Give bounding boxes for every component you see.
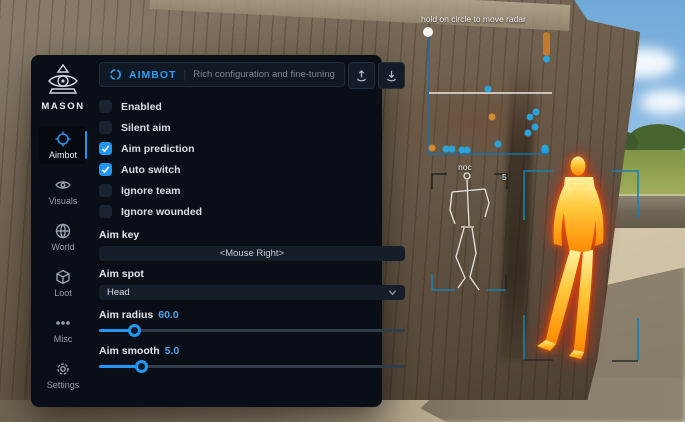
upload-config-button[interactable]	[348, 62, 375, 89]
checkbox[interactable]	[99, 184, 112, 197]
game-screen: hold on circle to move radar noc 5 MASON	[0, 0, 685, 422]
toggle-list: Enabled Silent aim Aim prediction	[99, 96, 405, 222]
title-separator: |	[183, 69, 186, 81]
module-header: AIMBOT | Rich configuration and fine-tun…	[99, 62, 405, 87]
checkbox[interactable]	[99, 121, 112, 134]
brand-name: MASON	[41, 101, 84, 112]
chevron-down-icon	[388, 288, 397, 297]
toggle-auto-switch[interactable]: Auto switch	[99, 159, 405, 180]
eye-icon	[55, 177, 71, 193]
ellipsis-icon	[55, 315, 71, 331]
crosshair-icon	[55, 131, 71, 147]
checkbox[interactable]	[99, 142, 112, 155]
slider-thumb[interactable]	[128, 324, 141, 337]
esp-player-distance: 5	[502, 172, 507, 182]
esp-player-name: noc	[458, 162, 472, 172]
toggle-label: Silent aim	[121, 122, 171, 134]
download-config-button[interactable]	[378, 62, 405, 89]
aim-smooth-value: 5.0	[165, 345, 180, 357]
upload-icon	[355, 69, 368, 82]
checkbox[interactable]	[99, 205, 112, 218]
module-title: AIMBOT	[129, 69, 176, 81]
toggle-ignore-team[interactable]: Ignore team	[99, 180, 405, 201]
aim-key-bind-button[interactable]: <Mouse Right>	[99, 246, 405, 261]
aim-smooth-slider[interactable]	[99, 360, 405, 372]
checkbox[interactable]	[99, 163, 112, 176]
sidebar-item-label: Visuals	[49, 196, 78, 206]
toggle-enabled[interactable]: Enabled	[99, 96, 405, 117]
sidebar-item-label: Aimbot	[49, 150, 77, 160]
aim-radius-label: Aim radius	[99, 309, 153, 321]
toggle-silent-aim[interactable]: Silent aim	[99, 117, 405, 138]
sidebar-item-aimbot[interactable]: Aimbot	[38, 126, 88, 164]
aim-radius-label-row: Aim radius 60.0	[99, 309, 405, 321]
check-icon	[101, 144, 110, 153]
aim-spot-value: Head	[107, 287, 130, 298]
aim-smooth-label-row: Aim smooth 5.0	[99, 345, 405, 357]
aim-spot-label: Aim spot	[99, 268, 405, 280]
gear-icon	[55, 361, 71, 377]
selected-indicator	[85, 131, 88, 158]
toggle-label: Ignore wounded	[121, 206, 202, 218]
module-title-bar: AIMBOT | Rich configuration and fine-tun…	[99, 62, 345, 87]
slider-track[interactable]	[99, 329, 405, 332]
mason-eye-icon	[45, 63, 81, 97]
sidebar-item-settings[interactable]: Settings	[38, 356, 88, 394]
reticle-icon	[109, 68, 122, 81]
sidebar-nav: Aimbot Visuals World	[31, 126, 95, 394]
toggle-label: Enabled	[121, 101, 162, 113]
cheat-menu-panel: MASON Aimbot Visuals	[31, 55, 382, 407]
sidebar-item-label: World	[51, 242, 74, 252]
sidebar-item-misc[interactable]: Misc	[38, 310, 88, 348]
checkbox[interactable]	[99, 100, 112, 113]
aim-key-label: Aim key	[99, 229, 405, 241]
package-icon	[55, 269, 71, 285]
aim-spot-select[interactable]: Head	[99, 285, 405, 300]
aim-radius-value: 60.0	[158, 309, 178, 321]
module-subtitle: Rich configuration and fine-tuning	[193, 69, 335, 80]
panel-content: AIMBOT | Rich configuration and fine-tun…	[95, 55, 412, 407]
sidebar-item-label: Misc	[54, 334, 73, 344]
sidebar-item-label: Loot	[54, 288, 72, 298]
toggle-label: Auto switch	[121, 164, 181, 176]
slider-thumb[interactable]	[135, 360, 148, 373]
aim-radius-slider[interactable]	[99, 324, 405, 336]
globe-icon	[55, 223, 71, 239]
radar-hint-label: hold on circle to move radar	[421, 14, 526, 24]
check-icon	[101, 165, 110, 174]
toggle-ignore-wounded[interactable]: Ignore wounded	[99, 201, 405, 222]
sidebar: MASON Aimbot Visuals	[31, 55, 95, 407]
toggle-label: Ignore team	[121, 185, 181, 197]
sidebar-item-loot[interactable]: Loot	[38, 264, 88, 302]
brand-logo: MASON	[41, 63, 84, 112]
sidebar-item-world[interactable]: World	[38, 218, 88, 256]
aim-smooth-label: Aim smooth	[99, 345, 160, 357]
sidebar-item-visuals[interactable]: Visuals	[38, 172, 88, 210]
sidebar-item-label: Settings	[47, 380, 80, 390]
toggle-label: Aim prediction	[121, 143, 195, 155]
download-icon	[385, 69, 398, 82]
toggle-aim-prediction[interactable]: Aim prediction	[99, 138, 405, 159]
